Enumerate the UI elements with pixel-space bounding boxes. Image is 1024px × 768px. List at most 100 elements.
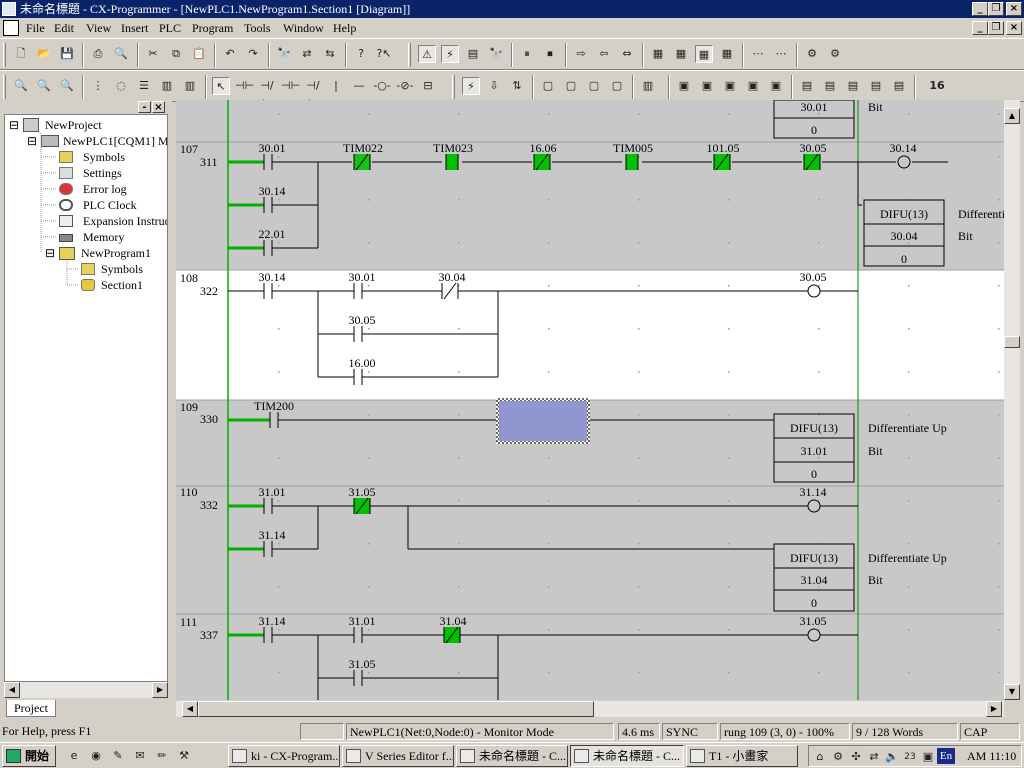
scroll-down-icon[interactable]: ▼ <box>1004 684 1020 700</box>
address-ref-tool-icon[interactable]: ▣ <box>744 77 762 95</box>
contact-nc-icon[interactable]: ⊣/⊢ <box>258 77 276 110</box>
symbols-table-icon[interactable]: ▤ <box>798 77 816 95</box>
taskbar-button-untitled-2[interactable]: 未命名標題 - C... <box>570 745 684 767</box>
data-trace-icon[interactable]: ⋯ <box>749 45 767 63</box>
io-comment-icon[interactable]: ▤ <box>890 77 908 95</box>
cut-icon[interactable]: ✂ <box>144 45 162 63</box>
grid-icon[interactable]: ⋮ <box>89 77 107 95</box>
force-off-icon[interactable]: ▢ <box>608 77 626 95</box>
scroll-up-icon[interactable]: ▲ <box>1004 108 1020 124</box>
run-mode-icon[interactable]: ⏸ <box>518 45 536 63</box>
quicklaunch-icon[interactable]: ✎ <box>110 747 126 765</box>
taskbar-button-cx-program[interactable]: ki - CX-Program... <box>228 745 340 767</box>
tree-item-project[interactable]: ⊟ NewProject <box>9 117 102 133</box>
tray-network-icon[interactable]: ⌂ <box>813 748 827 766</box>
project-workspace-icon[interactable]: ▣ <box>675 77 693 95</box>
address-reference-icon[interactable]: ▥ <box>639 77 657 95</box>
transfer-icon[interactable]: ⇅ <box>508 77 526 95</box>
find-icon[interactable]: 🔭 <box>275 45 293 63</box>
ie-icon[interactable]: e <box>66 747 82 765</box>
warning-icon[interactable]: ⚠ <box>418 45 436 63</box>
minimize-icon[interactable]: _ <box>972 2 988 16</box>
mdi-close-icon[interactable]: × <box>1006 21 1022 35</box>
volume-icon[interactable]: 🔈 <box>885 748 899 766</box>
new-file-icon[interactable]: 🗋 <box>12 45 30 63</box>
help-icon[interactable]: ? <box>352 45 370 63</box>
paste-icon[interactable]: 📋 <box>190 45 208 63</box>
menu-help[interactable]: Help <box>333 21 356 36</box>
menu-window[interactable]: Window <box>283 21 324 36</box>
compare-icon[interactable]: ⇔ <box>618 45 636 63</box>
print-preview-icon[interactable]: 🔍 <box>112 45 130 63</box>
zoom-out-icon[interactable]: 🔍 <box>58 77 76 95</box>
pencil-icon[interactable]: ✏ <box>154 747 170 765</box>
menu-insert[interactable]: Insert <box>121 21 148 36</box>
tree-item-plc[interactable]: ⊟ NewPLC1[CQM1] M <box>27 133 167 149</box>
section-view-icon[interactable]: ▤ <box>844 77 862 95</box>
vertical-line-icon[interactable]: | <box>327 77 345 95</box>
zoom-in-icon[interactable]: 🔍 <box>35 77 53 95</box>
stop-mode-icon[interactable]: ⏹ <box>541 45 559 63</box>
undo-icon[interactable]: ↶ <box>221 45 239 63</box>
zoom-icon[interactable]: 🔍 <box>12 77 30 95</box>
online-edit-icon[interactable]: ⚡ <box>462 77 480 95</box>
scroll-right-icon[interactable]: ▶ <box>152 682 168 698</box>
tray-app-icon[interactable]: ⚙ <box>831 748 845 766</box>
tree-item-program[interactable]: ⊟ NewProgram1 <box>45 245 151 261</box>
menu-file[interactable]: File <box>26 21 45 36</box>
media-player-icon[interactable]: ◉ <box>88 747 104 765</box>
horizontal-scroll-thumb[interactable] <box>198 701 594 717</box>
app-icon[interactable] <box>2 2 16 16</box>
contact-no-icon[interactable]: ⊣⊢ <box>235 77 254 95</box>
simulator-settings-icon[interactable]: ⚙ <box>826 45 844 63</box>
tree-horizontal-scrollbar[interactable]: ◀ ▶ <box>4 682 168 698</box>
taskbar-button-paint[interactable]: T1 - 小畫家 <box>686 745 798 767</box>
transfer-to-plc-icon[interactable]: ⇨ <box>572 45 590 63</box>
time-chart-icon[interactable]: ⋯ <box>772 45 790 63</box>
setup-icon[interactable]: ▦ <box>672 45 690 63</box>
diagram-scroll-right-icon[interactable]: ▶ <box>986 701 1002 717</box>
or-contact-nc-icon[interactable]: ⊣/⊢ <box>304 77 322 110</box>
panel-close-icon[interactable]: × <box>152 101 165 113</box>
instruction-icon[interactable]: ⊟ <box>419 77 437 95</box>
scroll-left-icon[interactable]: ◀ <box>4 682 20 698</box>
start-button[interactable]: 開始 <box>2 745 56 767</box>
diagram-horizontal-scrollbar[interactable]: ◀ ▶ <box>176 701 1004 717</box>
menu-plc[interactable]: PLC <box>159 21 181 36</box>
taskbar-button-v-series[interactable]: V Series Editor f... <box>342 745 454 767</box>
copy-icon[interactable]: ⧉ <box>167 45 185 63</box>
search-online-icon[interactable]: 🔭 <box>487 45 505 63</box>
cross-reference-icon[interactable]: ⇆ <box>321 45 339 63</box>
diagram-scroll-left-icon[interactable]: ◀ <box>182 701 198 717</box>
address-icon[interactable]: ▥ <box>181 77 199 95</box>
output-window-icon[interactable]: ▣ <box>698 77 716 95</box>
maximize-icon[interactable]: ❐ <box>988 2 1004 16</box>
mdi-restore-icon[interactable]: ❐ <box>988 21 1004 35</box>
vertical-scroll-thumb[interactable] <box>1004 336 1020 348</box>
menu-view[interactable]: View <box>86 21 111 36</box>
rung-comment-icon[interactable]: ▥ <box>158 77 176 95</box>
tools-icon[interactable]: ⚒ <box>176 747 192 765</box>
menu-program[interactable]: Program <box>192 21 233 36</box>
diagram-vertical-scrollbar[interactable]: ▲ ▼ <box>1004 100 1020 700</box>
hex-display-icon[interactable]: 16 <box>922 77 952 95</box>
mnemonic-view-icon[interactable]: ▦ <box>718 45 736 63</box>
reset-icon[interactable]: ▢ <box>562 77 580 95</box>
watch-window-icon[interactable]: ▣ <box>721 77 739 95</box>
or-contact-no-icon[interactable]: ⊣⊢ <box>281 77 300 95</box>
language-indicator[interactable]: En <box>937 748 955 764</box>
menu-edit[interactable]: Edit <box>54 21 74 36</box>
menu-tools[interactable]: Tools <box>244 21 271 36</box>
memory-view-icon[interactable]: ▤ <box>867 77 885 95</box>
comment-icon[interactable]: ◌ <box>112 77 130 95</box>
save-icon[interactable]: 💾 <box>58 45 76 63</box>
properties-icon[interactable]: ▣ <box>767 77 785 95</box>
panel-pin-icon[interactable]: - <box>138 101 151 113</box>
taskbar-button-untitled-1[interactable]: 未命名標題 - C... <box>456 745 568 767</box>
simulator-icon[interactable]: ⚙ <box>803 45 821 63</box>
close-icon[interactable]: × <box>1006 2 1022 16</box>
diagram-view-icon[interactable]: ▦ <box>695 45 713 63</box>
monitor-icon[interactable]: ▤ <box>464 45 482 63</box>
ladder-diagram[interactable]: 30.01 0 Bit 107 311 30.01 TIM022 TIM023 … <box>176 100 1004 700</box>
context-help-icon[interactable]: ?↖ <box>375 45 393 63</box>
